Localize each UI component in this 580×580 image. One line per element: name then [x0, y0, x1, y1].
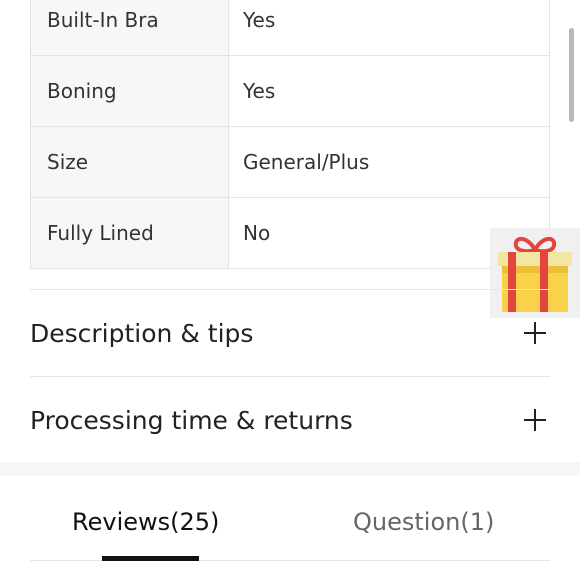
scrollbar[interactable] — [569, 28, 574, 122]
spec-label: Size — [30, 127, 229, 197]
spec-value: Yes — [229, 0, 550, 55]
description-tips-accordion[interactable]: Description & tips — [30, 289, 550, 376]
spec-table: Built-In Bra Yes Boning Yes Size General… — [30, 0, 550, 269]
spec-row: Boning Yes — [30, 56, 550, 127]
spec-label: Built-In Bra — [30, 0, 229, 55]
spec-row: Fully Lined No — [30, 198, 550, 269]
spec-row: Built-In Bra Yes — [30, 0, 550, 56]
product-details-page: Built-In Bra Yes Boning Yes Size General… — [0, 0, 580, 580]
section-divider — [0, 462, 580, 476]
plus-icon[interactable] — [524, 322, 546, 344]
spec-row: Size General/Plus — [30, 127, 550, 198]
spec-label: Fully Lined — [30, 198, 229, 268]
spec-value: General/Plus — [229, 127, 550, 197]
section-title: Processing time & returns — [30, 405, 353, 435]
plus-icon[interactable] — [524, 409, 546, 431]
processing-returns-accordion[interactable]: Processing time & returns — [30, 376, 550, 463]
spec-label: Boning — [30, 56, 229, 126]
review-tabs: Reviews(25) Question(1) — [30, 490, 550, 561]
spec-value: Yes — [229, 56, 550, 126]
tab-reviews[interactable]: Reviews(25) — [72, 508, 219, 536]
section-title: Description & tips — [30, 318, 254, 348]
tab-questions[interactable]: Question(1) — [353, 508, 494, 536]
active-tab-indicator — [102, 556, 199, 561]
